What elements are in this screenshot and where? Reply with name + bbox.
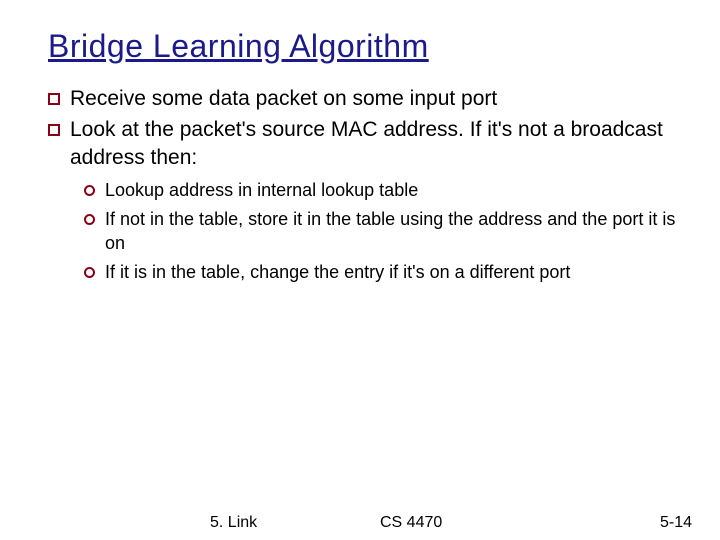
sub-bullets: Lookup address in internal lookup table …	[48, 179, 680, 285]
main-bullets: Receive some data packet on some input p…	[48, 85, 680, 171]
list-item: If it is in the table, change the entry …	[84, 261, 680, 284]
footer-page: 5-14	[660, 514, 692, 532]
circle-bullet-icon	[84, 267, 95, 278]
circle-bullet-icon	[84, 185, 95, 196]
square-bullet-icon	[48, 93, 60, 105]
bullet-text: Lookup address in internal lookup table	[105, 179, 680, 202]
list-item: Look at the packet's source MAC address.…	[48, 116, 680, 171]
list-item: Receive some data packet on some input p…	[48, 85, 680, 112]
list-item: Lookup address in internal lookup table	[84, 179, 680, 202]
slide-title: Bridge Learning Algorithm	[48, 28, 680, 65]
bullet-text: If it is in the table, change the entry …	[105, 261, 680, 284]
list-item: If not in the table, store it in the tab…	[84, 208, 680, 255]
bullet-text: If not in the table, store it in the tab…	[105, 208, 680, 255]
bullet-text: Look at the packet's source MAC address.…	[70, 116, 680, 171]
circle-bullet-icon	[84, 214, 95, 225]
footer-course: CS 4470	[380, 514, 442, 532]
square-bullet-icon	[48, 124, 60, 136]
footer-section: 5. Link	[210, 514, 257, 532]
bullet-text: Receive some data packet on some input p…	[70, 85, 680, 112]
